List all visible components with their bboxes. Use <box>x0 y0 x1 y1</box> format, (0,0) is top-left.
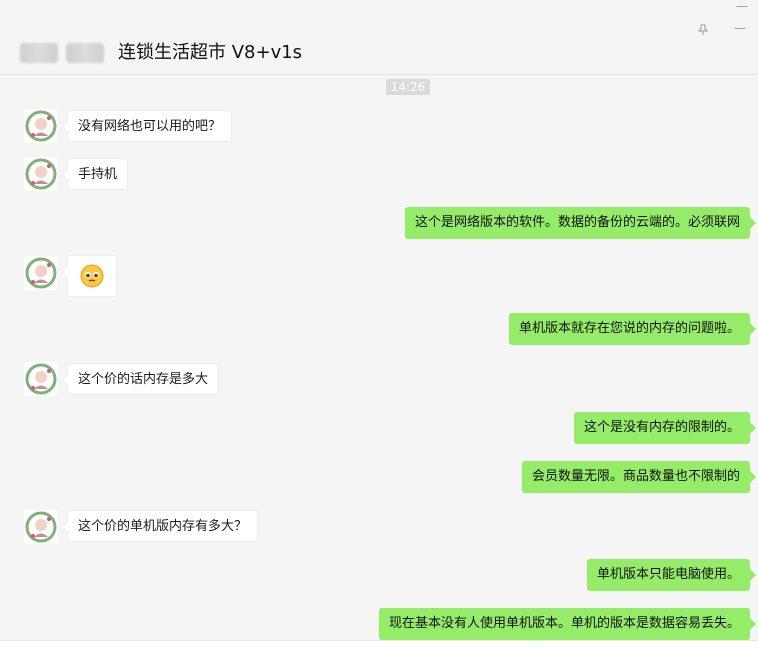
header-divider <box>0 74 758 75</box>
avatar[interactable] <box>24 157 58 191</box>
message-bubble[interactable]: 这个价的话内存是多大 <box>61 363 220 395</box>
close-icon[interactable]: — <box>736 0 748 12</box>
avatar[interactable] <box>24 510 58 544</box>
avatar[interactable] <box>24 362 58 396</box>
chat-title: 连锁生活超市 V8+v1s <box>118 42 303 63</box>
message-bubble[interactable]: 手持机 <box>61 158 129 190</box>
message-timestamp: 14:26 <box>386 79 430 95</box>
message-bubble-outgoing[interactable]: 单机版本只能电脑使用。 <box>586 559 757 591</box>
message-bubble[interactable]: 没有网络也可以用的吧？ <box>61 110 233 142</box>
avatar[interactable] <box>24 109 58 143</box>
pleading-face-icon <box>80 264 104 288</box>
message-bubble-outgoing[interactable]: 这个是网络版本的软件。数据的备份的云端的。必须联网 <box>404 207 757 239</box>
chat-header: 连锁生活超市 V8+v1s <box>0 30 758 74</box>
emoji-bubble[interactable] <box>62 255 117 297</box>
blurred-name <box>20 43 120 63</box>
message-bubble[interactable]: 这个价的单机版内存有多大？ <box>61 510 259 542</box>
avatar[interactable] <box>24 256 58 290</box>
message-bubble-outgoing[interactable]: 现在基本没有人使用单机版本。单机的版本是数据容易丢失。 <box>378 608 757 640</box>
message-bubble-outgoing[interactable]: 会员数量无限。商品数量也不限制的 <box>521 461 757 493</box>
message-bubble-outgoing[interactable]: 这个是没有内存的限制的。 <box>573 412 757 444</box>
message-bubble-outgoing[interactable]: 单机版本就存在您说的内存的问题啦。 <box>508 313 757 345</box>
